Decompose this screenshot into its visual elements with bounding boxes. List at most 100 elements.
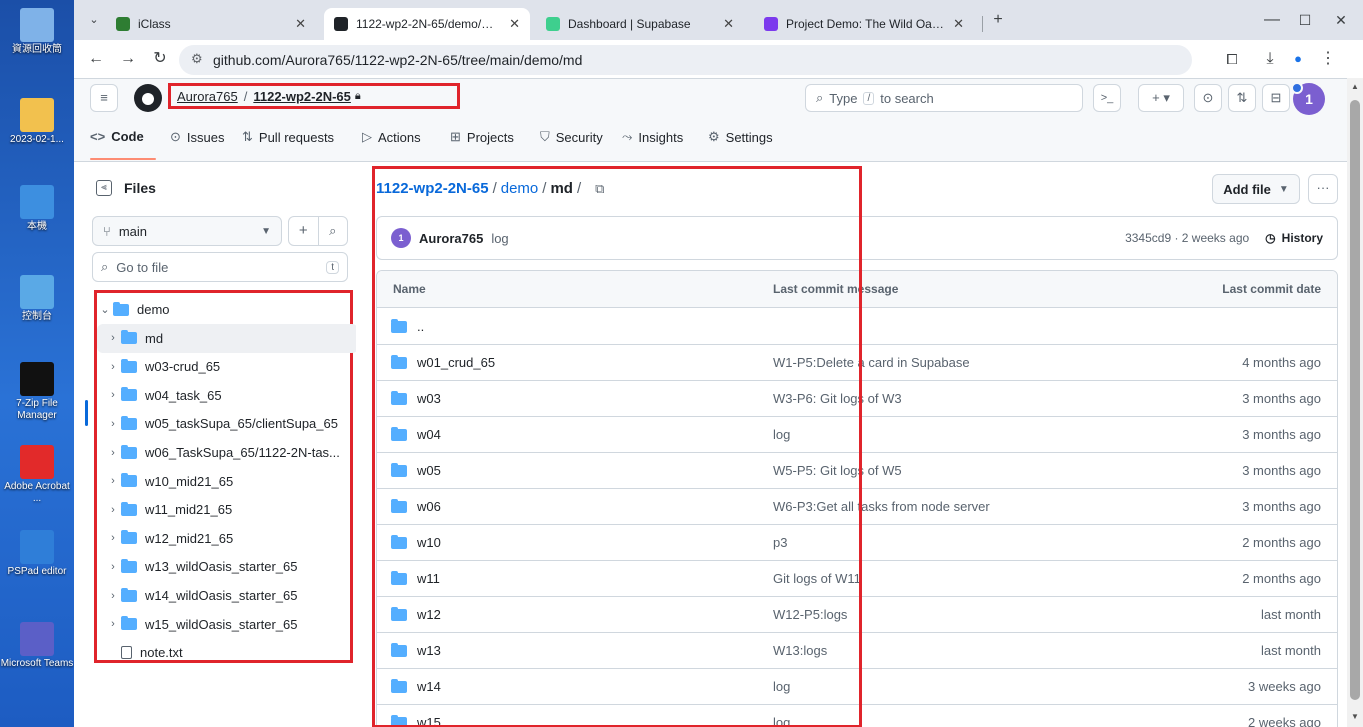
row-commit-message[interactable]: W1-P5:Delete a card in Supabase (773, 355, 970, 370)
tree-item[interactable]: › w14_wildOasis_starter_65 (97, 581, 358, 610)
desktop-icon-pspad[interactable]: PSPad editor (0, 530, 74, 578)
commit-message[interactable]: log (491, 231, 508, 246)
desktop-icon-teams[interactable]: Microsoft Teams (0, 622, 74, 670)
row-name-link[interactable]: w03 (417, 391, 441, 406)
scroll-down-arrow-icon[interactable]: ▼ (1350, 712, 1360, 722)
tree-item[interactable]: › w10_mid21_65 (97, 467, 358, 496)
tree-item[interactable]: note.txt (97, 638, 358, 667)
hamburger-menu-icon[interactable]: ≡ (90, 84, 118, 112)
row-commit-message[interactable]: log (773, 427, 790, 442)
github-logo-icon[interactable] (134, 84, 162, 112)
add-file-button[interactable]: Add file ▼ (1212, 174, 1300, 204)
table-row[interactable]: w01_crud_65 W1-P5:Delete a card in Supaba… (377, 344, 1337, 381)
tree-item[interactable]: › w06_TaskSupa_65/1122-2N-tas... (97, 438, 358, 467)
browser-tab[interactable]: iClass ✕ (106, 8, 316, 40)
row-name-link[interactable]: w14 (417, 679, 441, 694)
browser-tab[interactable]: Project Demo: The Wild Oasis ✕ (754, 8, 974, 40)
tree-item[interactable]: › md (97, 323, 358, 353)
history-button[interactable]: ◷ History (1265, 231, 1323, 245)
row-name-link[interactable]: w15 (417, 715, 441, 727)
tree-item[interactable]: › w12_mid21_65 (97, 524, 358, 553)
table-row[interactable]: w12 W12-P5:logs last month (377, 596, 1337, 633)
forward-arrow-icon[interactable]: → (118, 49, 138, 69)
tree-item[interactable]: › w04_task_65 (97, 381, 358, 410)
address-bar[interactable]: ⚙ github.com/Aurora765/1122-wp2-2N-65/tr… (179, 45, 1192, 75)
tab-issues[interactable]: ⊙ Issues (170, 129, 224, 145)
repo-link[interactable]: 1122-wp2-2N-65 (253, 89, 351, 104)
table-row[interactable]: w03 W3-P6: Git logs of W3 3 months ago (377, 380, 1337, 417)
row-commit-message[interactable]: W3-P6: Git logs of W3 (773, 391, 902, 406)
tab-close-icon[interactable]: ✕ (723, 16, 734, 32)
row-commit-message[interactable]: W12-P5:logs (773, 607, 847, 622)
table-row[interactable]: w13 W13:logs last month (377, 632, 1337, 669)
tab-code[interactable]: <> Code (90, 129, 144, 144)
extensions-icon[interactable]: ⧠ (1222, 49, 1242, 69)
commit-meta[interactable]: 3345cd9 · 2 weeks ago (1125, 231, 1249, 245)
desktop-icon-7zip[interactable]: 7-Zip File Manager (0, 362, 74, 422)
tab-projects[interactable]: ⊞ Projects (450, 129, 514, 145)
table-row[interactable]: .. (377, 308, 1337, 345)
desktop-icon-recycle-bin[interactable]: 資源回收筒 (0, 8, 74, 56)
copy-path-icon[interactable]: ⧉ (595, 181, 604, 197)
more-options-button[interactable]: ··· (1308, 174, 1338, 204)
row-name-link[interactable]: w10 (417, 535, 441, 550)
row-name-link[interactable]: w05 (417, 463, 441, 478)
inbox-icon[interactable]: ⊟ (1262, 84, 1290, 112)
tab-close-icon[interactable]: ✕ (295, 16, 306, 32)
site-info-icon[interactable]: ⚙ (191, 51, 203, 67)
tab-close-icon[interactable]: ✕ (509, 16, 520, 32)
browser-menu-icon[interactable]: ⋮ (1318, 49, 1338, 69)
tree-item[interactable]: › w15_wildOasis_starter_65 (97, 610, 358, 639)
row-name-link[interactable]: w01_crud_65 (417, 355, 495, 370)
table-row[interactable]: w06 W6-P3:Get all tasks from node server 3… (377, 488, 1337, 525)
table-row[interactable]: w15 log 2 weeks ago (377, 704, 1337, 727)
table-row[interactable]: w04 log 3 months ago (377, 416, 1337, 453)
desktop-icon-this-pc[interactable]: 本機 (0, 185, 74, 233)
branch-selector[interactable]: ⑂ main ▼ (92, 216, 282, 246)
table-row[interactable]: w14 log 3 weeks ago (377, 668, 1337, 705)
row-commit-message[interactable]: W5-P5: Git logs of W5 (773, 463, 902, 478)
github-search-input[interactable]: ⌕ Type / to search (805, 84, 1083, 112)
tab-search-icon[interactable]: ⌄ (84, 10, 104, 30)
tree-item[interactable]: › w03-crud_65 (97, 352, 358, 381)
reload-icon[interactable]: ↻ (150, 49, 170, 69)
close-window-button[interactable]: ✕ (1331, 10, 1351, 30)
commit-author-avatar[interactable]: 1 (391, 228, 411, 248)
tab-insights[interactable]: ⤳ Insights (622, 129, 683, 145)
row-name-link[interactable]: .. (417, 319, 424, 334)
browser-tab[interactable]: Dashboard | Supabase ✕ (536, 8, 744, 40)
row-name-link[interactable]: w04 (417, 427, 441, 442)
back-arrow-icon[interactable]: ← (86, 49, 106, 69)
table-row[interactable]: w11 Git logs of W11 2 months ago (377, 560, 1337, 597)
row-name-link[interactable]: w13 (417, 643, 441, 658)
new-tab-button[interactable]: + (988, 10, 1008, 30)
browser-tab[interactable]: 1122-wp2-2N-65/demo/md a ✕ (324, 8, 530, 40)
add-file-icon[interactable]: + (289, 217, 318, 245)
page-scrollbar[interactable]: ▲ ▼ (1347, 78, 1363, 727)
scroll-up-arrow-icon[interactable]: ▲ (1350, 82, 1360, 92)
row-name-link[interactable]: w11 (417, 571, 440, 586)
scroll-thumb[interactable] (1350, 100, 1360, 700)
go-to-file-input[interactable]: ⌕ Go to file t (92, 252, 348, 282)
desktop-icon-control-panel[interactable]: 控制台 (0, 275, 74, 323)
row-commit-message[interactable]: log (773, 715, 790, 727)
row-commit-message[interactable]: log (773, 679, 790, 694)
commit-author[interactable]: Aurora765 (419, 231, 483, 246)
maximize-button[interactable]: ☐ (1295, 10, 1315, 30)
tree-item[interactable]: › w13_wildOasis_starter_65 (97, 552, 358, 581)
path-repo-link[interactable]: 1122-wp2-2N-65 (376, 180, 489, 197)
create-new-button[interactable]: + ▾ (1138, 84, 1184, 112)
row-name-link[interactable]: w06 (417, 499, 441, 514)
tab-security[interactable]: ⛉ Security (540, 129, 603, 145)
table-row[interactable]: w10 p3 2 months ago (377, 524, 1337, 561)
tab-close-icon[interactable]: ✕ (953, 16, 964, 32)
tab-actions[interactable]: ▷ Actions (362, 129, 421, 145)
row-commit-message[interactable]: W6-P3:Get all tasks from node server (773, 499, 990, 514)
minimize-button[interactable]: — (1262, 10, 1282, 30)
tree-item[interactable]: › w05_taskSupa_65/clientSupa_65 (97, 409, 358, 438)
tree-item[interactable]: ⌄ demo (97, 295, 350, 324)
desktop-icon-acrobat[interactable]: Adobe Acrobat ... (0, 445, 74, 505)
owner-link[interactable]: Aurora765 (177, 89, 238, 104)
tree-item[interactable]: › w11_mid21_65 (97, 495, 358, 524)
profile-icon[interactable]: ● (1288, 49, 1308, 69)
